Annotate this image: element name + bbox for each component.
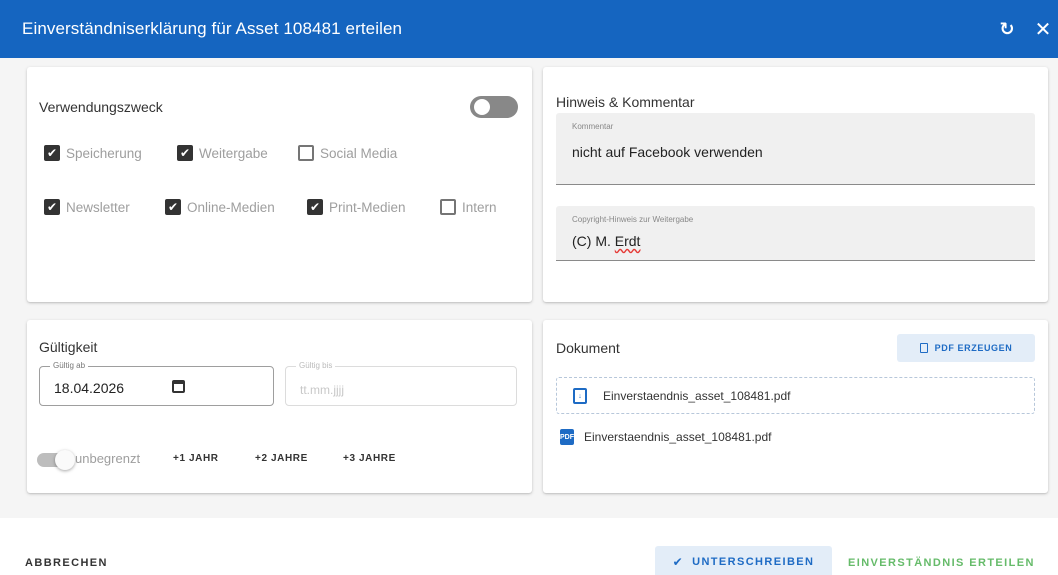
- check-icon: ✔: [165, 199, 181, 215]
- check-icon: ✔: [44, 199, 60, 215]
- checkbox-label: Speicherung: [66, 145, 142, 161]
- valid-from-label: Gültig ab: [50, 361, 89, 370]
- comment-value: nicht auf Facebook verwenden: [572, 144, 763, 160]
- sign-button[interactable]: ✔ UNTERSCHREIBEN: [655, 546, 832, 575]
- copyright-label: Copyright-Hinweis zur Weitergabe: [572, 215, 694, 224]
- checkbox-label: Newsletter: [66, 199, 130, 215]
- unlimited-switch[interactable]: [37, 450, 75, 470]
- grant-consent-button[interactable]: EINVERSTÄNDNIS ERTEILEN: [848, 557, 1035, 569]
- copyright-name: Erdt: [614, 233, 641, 249]
- dialog-content: Verwendungszweck ✔ Speicherung ✔ Weitergab…: [0, 58, 1058, 518]
- valid-from-input[interactable]: Gültig ab 18.04.2026: [39, 361, 274, 406]
- checkbox-label: Intern: [462, 199, 497, 215]
- validity-card: Gültigkeit Gültig ab 18.04.2026 Gültig b…: [27, 320, 532, 493]
- valid-to-placeholder: tt.mm.jjjj: [300, 383, 344, 397]
- document-link[interactable]: Einverstaendnis_asset_108481.pdf: [584, 430, 771, 444]
- valid-from-value: 18.04.2026: [54, 380, 125, 396]
- calendar-icon[interactable]: [172, 380, 185, 393]
- sign-label: UNTERSCHREIBEN: [692, 556, 815, 568]
- checkbox-online-medien[interactable]: ✔ Online-Medien: [165, 199, 275, 215]
- close-icon[interactable]: ✕: [1028, 14, 1058, 44]
- comment-field[interactable]: Kommentar nicht auf Facebook verwenden: [556, 113, 1035, 185]
- checkbox-newsletter[interactable]: ✔ Newsletter: [44, 199, 130, 215]
- refresh-icon[interactable]: ↻: [992, 14, 1022, 44]
- file-icon: [919, 343, 928, 353]
- comment-label: Kommentar: [572, 122, 614, 131]
- notes-card: Hinweis & Kommentar Kommentar nicht auf …: [543, 67, 1048, 302]
- unchecked-box-icon: [298, 145, 314, 161]
- plus-1-year-button[interactable]: +1 JAHR: [173, 453, 219, 464]
- switch-knob: [55, 450, 75, 470]
- check-icon: ✔: [307, 199, 323, 215]
- checkbox-label: Print-Medien: [329, 199, 406, 215]
- usage-card: Verwendungszweck ✔ Speicherung ✔ Weitergab…: [27, 67, 532, 302]
- upload-file-name: Einverstaendnis_asset_108481.pdf: [603, 389, 791, 403]
- check-icon: ✔: [177, 145, 193, 161]
- cancel-button[interactable]: ABBRECHEN: [25, 557, 108, 569]
- checkmark-icon: ✔: [672, 555, 685, 569]
- checkbox-print-medien[interactable]: ✔ Print-Medien: [307, 199, 406, 215]
- notes-title: Hinweis & Kommentar: [556, 94, 695, 110]
- checkbox-intern[interactable]: Intern: [440, 199, 497, 215]
- valid-to-input: Gültig bis tt.mm.jjjj: [285, 361, 517, 406]
- document-title: Dokument: [556, 340, 620, 356]
- copyright-field[interactable]: Copyright-Hinweis zur Weitergabe (C) M. …: [556, 206, 1035, 261]
- dialog-title: Einverständniserklärung für Asset 108481…: [22, 19, 403, 38]
- file-upload-box[interactable]: ↓ Einverstaendnis_asset_108481.pdf: [556, 377, 1035, 414]
- pdf-file-icon: ↓: [573, 388, 587, 404]
- dialog-header: Einverständniserklärung für Asset 108481…: [0, 0, 1058, 58]
- checkbox-label: Weitergabe: [199, 145, 268, 161]
- copyright-value: (C) M. Erdt: [572, 233, 640, 249]
- unlimited-label: unbegrenzt: [75, 451, 141, 466]
- toggle-knob: [474, 99, 490, 115]
- checkbox-speicherung[interactable]: ✔ Speicherung: [44, 145, 142, 161]
- usage-toggle[interactable]: [470, 96, 518, 118]
- checkbox-label: Online-Medien: [187, 199, 275, 215]
- create-pdf-label: PDF ERZEUGEN: [934, 343, 1013, 353]
- create-pdf-button[interactable]: PDF ERZEUGEN: [897, 334, 1035, 362]
- checkbox-social-media[interactable]: Social Media: [298, 145, 397, 161]
- checkbox-weitergabe[interactable]: ✔ Weitergabe: [177, 145, 268, 161]
- plus-3-years-button[interactable]: +3 JAHRE: [343, 453, 396, 464]
- plus-2-years-button[interactable]: +2 JAHRE: [255, 453, 308, 464]
- unchecked-box-icon: [440, 199, 456, 215]
- valid-to-label: Gültig bis: [296, 361, 336, 370]
- checkbox-label: Social Media: [320, 145, 398, 161]
- copyright-prefix: (C) M.: [572, 233, 615, 249]
- validity-title: Gültigkeit: [39, 339, 98, 355]
- usage-title: Verwendungszweck: [39, 99, 163, 115]
- check-icon: ✔: [44, 145, 60, 161]
- pdf-document-icon: PDF: [560, 429, 574, 445]
